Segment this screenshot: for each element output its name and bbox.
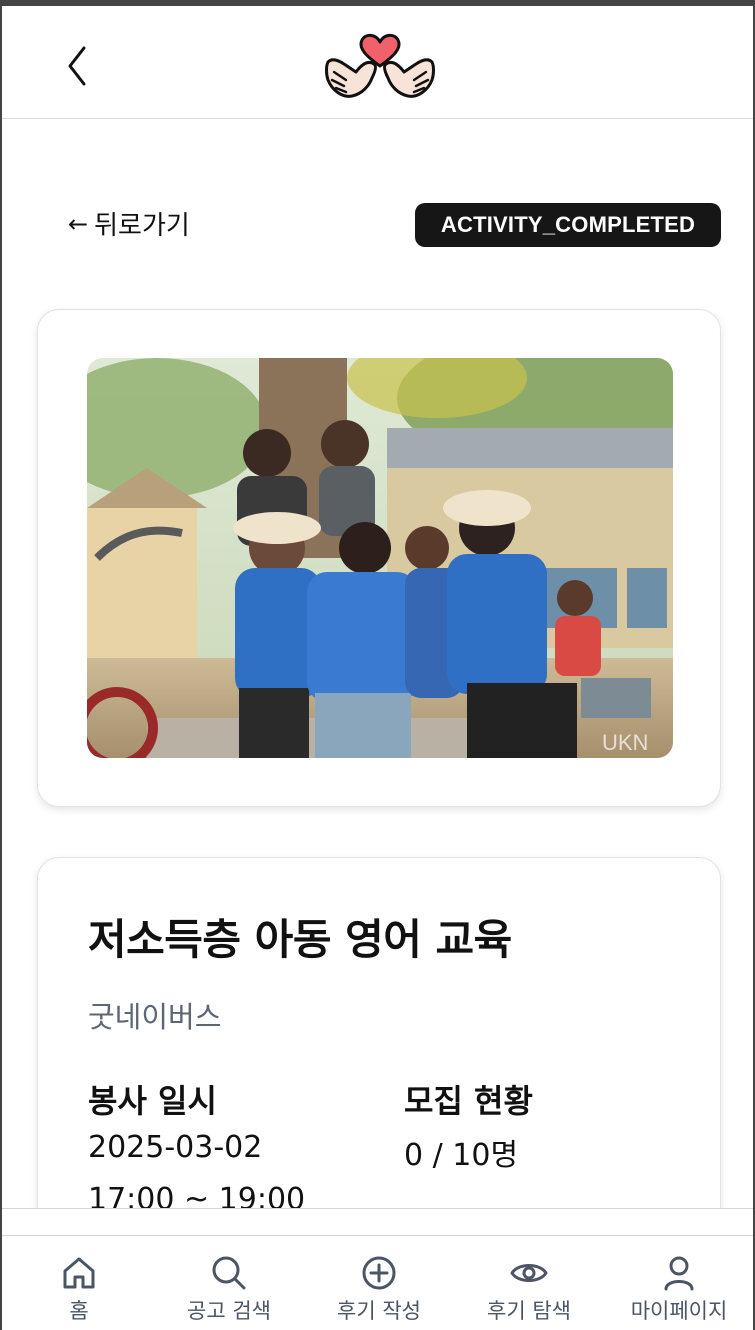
activity-photo: UKN	[87, 358, 673, 758]
chevron-left-icon	[68, 46, 86, 86]
tab-write-review[interactable]: 후기 작성	[309, 1255, 449, 1325]
back-link-label: 뒤로가기	[94, 211, 190, 241]
search-icon	[212, 1256, 246, 1290]
tab-mypage[interactable]: 마이페이지	[609, 1255, 749, 1325]
eye-icon	[510, 1264, 548, 1282]
image-card: UKN	[37, 309, 721, 807]
activity-time: 17:00 ~ 19:00	[88, 1182, 306, 1209]
plus-circle-icon	[362, 1256, 396, 1290]
back-link[interactable]: ← 뒤로가기	[68, 205, 190, 242]
tab-browse-reviews-label: 후기 탐색	[487, 1299, 571, 1323]
activity-detail: ← 뒤로가기 ACTIVITY_COMPLETED UKN 저소득층 아동 영어…	[2, 119, 753, 1209]
tab-mypage-label: 마이페이지	[630, 1299, 728, 1323]
schedule-label: 봉사 일시	[88, 1082, 217, 1120]
tab-bar-divider	[2, 1235, 753, 1236]
info-card: 저소득층 아동 영어 교육 굿네이버스 봉사 일시 2025-03-02 17:…	[37, 857, 721, 1209]
organization-name: 굿네이버스	[88, 1000, 222, 1034]
tab-write-review-label: 후기 작성	[337, 1299, 421, 1323]
bottom-tab-bar: 홈 공고 검색 후기 작성 후기 탐색 마이페이지	[2, 1208, 753, 1330]
user-icon	[664, 1256, 694, 1291]
tab-browse-reviews[interactable]: 후기 탐색	[459, 1255, 599, 1325]
svg-text:UKN: UKN	[602, 730, 648, 755]
status-badge: ACTIVITY_COMPLETED	[415, 203, 721, 247]
home-icon	[63, 1257, 95, 1289]
tab-home[interactable]: 홈	[9, 1255, 149, 1325]
tab-home-label: 홈	[69, 1299, 89, 1323]
tab-search[interactable]: 공고 검색	[159, 1255, 299, 1325]
activity-title: 저소득층 아동 영어 교육	[88, 915, 512, 964]
hands-heart-logo[interactable]	[322, 28, 438, 100]
arrow-left-icon: ←	[68, 209, 89, 238]
back-button[interactable]	[58, 38, 98, 88]
activity-date: 2025-03-02	[88, 1130, 263, 1165]
tab-search-label: 공고 검색	[187, 1299, 271, 1323]
app-frame: ← 뒤로가기 ACTIVITY_COMPLETED UKN 저소득층 아동 영어…	[0, 0, 755, 1330]
recruit-label: 모집 현황	[404, 1082, 533, 1120]
app-header	[2, 6, 753, 119]
recruit-status: 0 / 10명	[404, 1138, 519, 1173]
